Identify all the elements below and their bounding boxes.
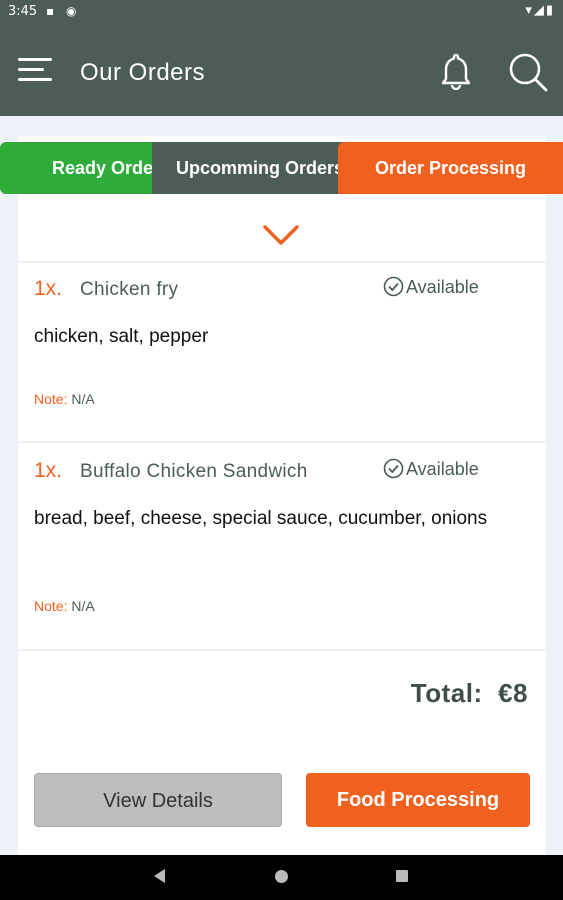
note-value: N/A xyxy=(71,598,95,614)
tab-upcoming-orders[interactable]: Upcomming Orders xyxy=(152,142,348,194)
item-quantity: 1x. xyxy=(34,459,63,482)
back-icon[interactable] xyxy=(154,869,165,883)
app-bar: Our Orders xyxy=(0,26,563,116)
item-ingredients: bread, beef, cheese, special sauce, cucu… xyxy=(34,508,488,529)
divider xyxy=(18,441,546,443)
divider xyxy=(18,261,546,263)
check-circle-icon xyxy=(383,276,404,297)
total-label: Total: xyxy=(410,678,483,708)
home-icon[interactable] xyxy=(275,870,288,883)
item-name: Chicken fry xyxy=(80,279,179,300)
total-value: €8 xyxy=(498,678,528,708)
check-circle-icon xyxy=(383,458,404,479)
system-icons: ▾◢▮ xyxy=(525,3,555,18)
recent-apps-icon[interactable] xyxy=(396,870,408,882)
note-label: Note: xyxy=(34,598,68,614)
bell-icon[interactable] xyxy=(440,52,472,90)
menu-icon[interactable] xyxy=(18,56,54,84)
item-note: Note: N/A xyxy=(34,598,95,614)
availability-label: Available xyxy=(406,277,479,297)
item-ingredients: chicken, salt, pepper xyxy=(34,326,209,347)
system-nav-bar xyxy=(0,855,563,900)
status-time: 3:45 xyxy=(8,4,38,19)
status-bar: 3:45 ▪ ◉ ▾◢▮ xyxy=(0,0,563,26)
availability-status: Available xyxy=(383,458,479,480)
divider xyxy=(18,649,546,651)
chevron-down-icon[interactable] xyxy=(262,222,300,248)
availability-status: Available xyxy=(383,276,479,298)
item-name: Buffalo Chicken Sandwich xyxy=(80,461,308,482)
tab-ready-orders[interactable]: Ready Orders xyxy=(0,142,160,194)
tab-order-processing[interactable]: Order Processing xyxy=(338,142,563,194)
availability-label: Available xyxy=(406,459,479,479)
food-processing-button[interactable]: Food Processing xyxy=(306,773,530,827)
item-note: Note: N/A xyxy=(34,391,95,407)
note-label: Note: xyxy=(34,391,68,407)
item-quantity: 1x. xyxy=(34,277,63,300)
page-title: Our Orders xyxy=(80,59,206,86)
notification-icons: ▪ ◉ xyxy=(46,4,81,18)
order-tabs: Ready Orders Upcomming Orders Order Proc… xyxy=(0,142,563,194)
note-value: N/A xyxy=(71,391,95,407)
search-icon[interactable] xyxy=(508,52,548,92)
order-total: Total: €8 xyxy=(411,678,528,709)
view-details-button[interactable]: View Details xyxy=(34,773,282,827)
